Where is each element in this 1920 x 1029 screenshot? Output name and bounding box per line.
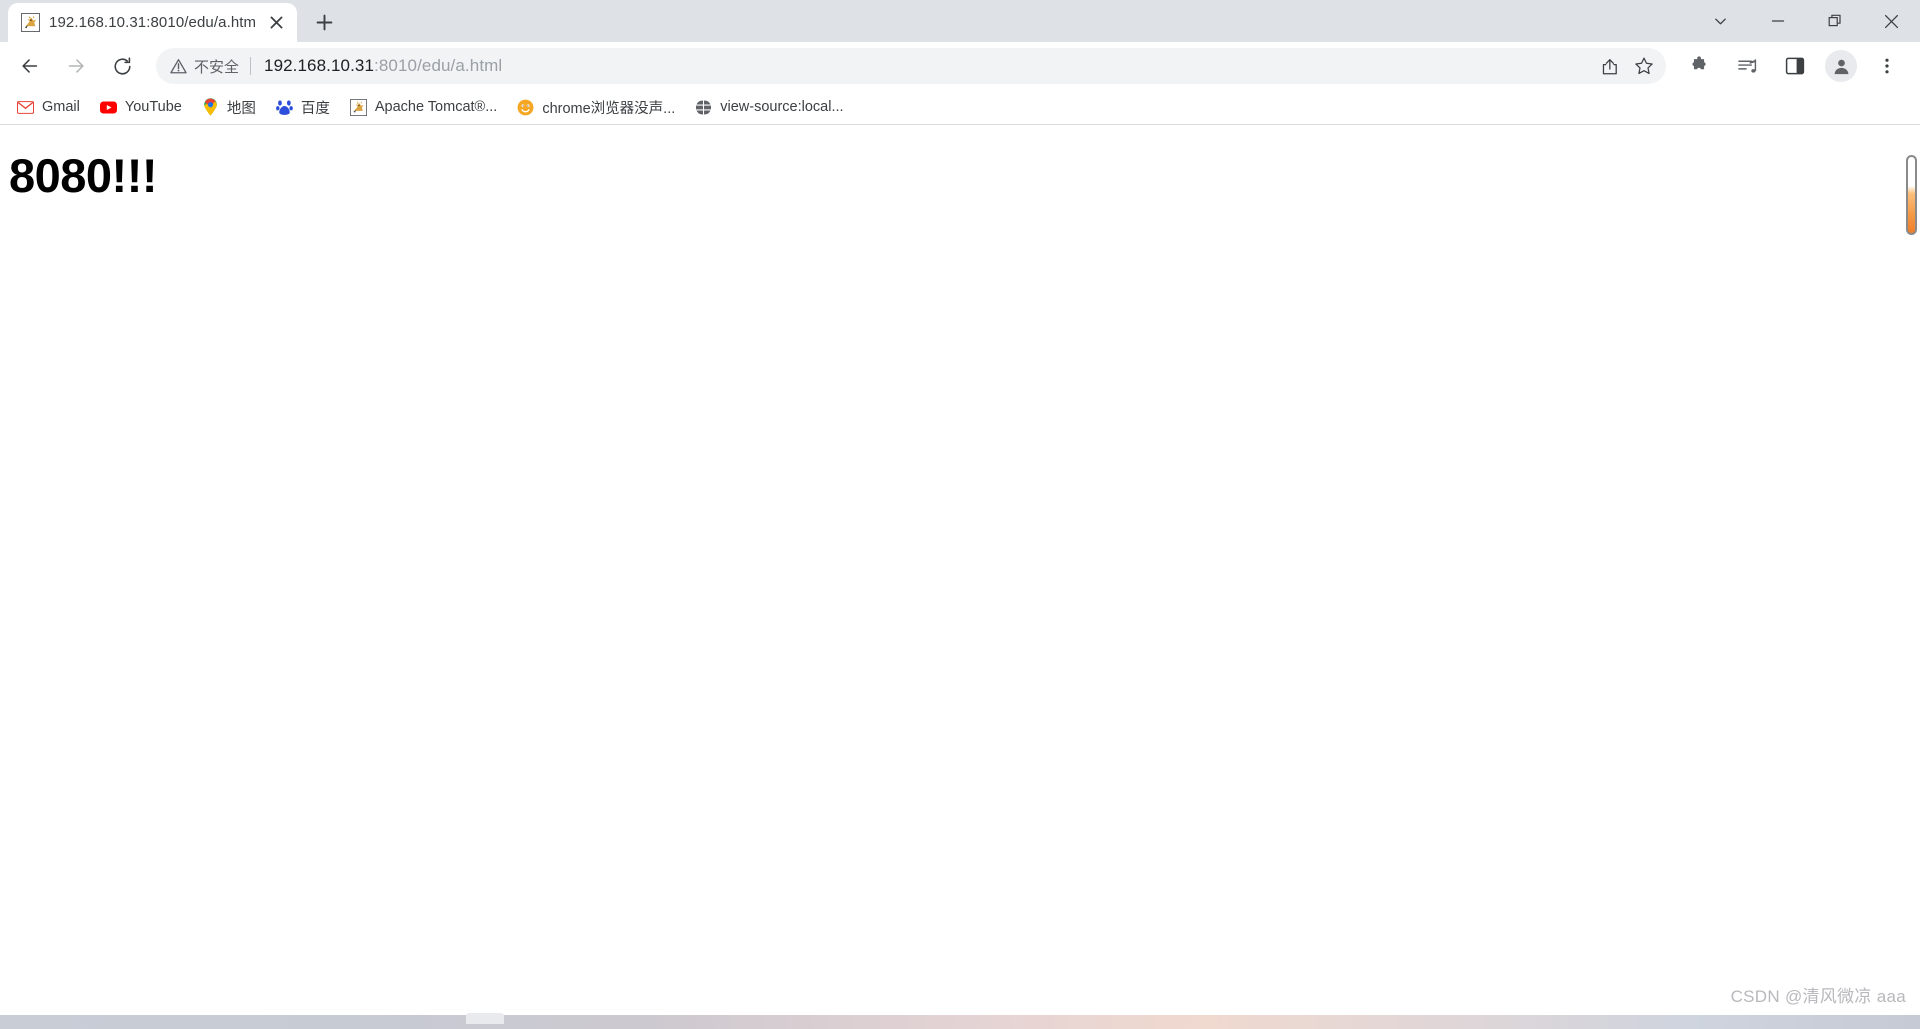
new-tab-button[interactable] bbox=[307, 5, 341, 39]
share-icon bbox=[1602, 58, 1617, 74]
browser-toolbar: 不安全 192.168.10.31:8010/edu/a.html bbox=[0, 42, 1920, 90]
gmail-icon bbox=[17, 99, 34, 116]
close-glyph bbox=[270, 16, 283, 29]
media-controls-button[interactable] bbox=[1728, 47, 1766, 85]
bookmark-label: chrome浏览器没声... bbox=[542, 100, 676, 117]
url-host: 192.168.10.31 bbox=[264, 56, 375, 75]
bookmark-button[interactable] bbox=[1628, 50, 1660, 82]
side-panel-button[interactable] bbox=[1776, 47, 1814, 85]
baidu-icon bbox=[275, 99, 293, 116]
page-heading: 8080!!! bbox=[9, 149, 158, 202]
avatar-icon bbox=[1834, 59, 1848, 74]
plus-icon bbox=[316, 14, 332, 30]
bookmark-view-source[interactable]: view-source:local... bbox=[686, 93, 852, 121]
browser-window: 192.168.10.31:8010/edu/a.htm 不安全 192.168… bbox=[0, 0, 1920, 1029]
url-text[interactable]: 192.168.10.31:8010/edu/a.html bbox=[251, 56, 1594, 76]
url-path: :8010/edu/a.html bbox=[374, 56, 503, 75]
vertical-scrollbar[interactable] bbox=[1903, 125, 1920, 1029]
reload-icon bbox=[114, 56, 131, 75]
desktop-background-strip bbox=[0, 1013, 1920, 1029]
arrow-right-icon bbox=[68, 59, 84, 73]
security-label: 不安全 bbox=[194, 58, 240, 76]
globe-icon bbox=[695, 98, 713, 116]
bookmark-label: Apache Tomcat®... bbox=[374, 99, 498, 115]
tab-strip: 192.168.10.31:8010/edu/a.htm bbox=[0, 0, 1920, 42]
kebab-menu-icon bbox=[1885, 58, 1889, 74]
share-button[interactable] bbox=[1594, 50, 1626, 82]
youtube-icon bbox=[99, 99, 117, 116]
page-viewport: 8080!!! CSDN @清风微凉 aaa bbox=[0, 125, 1920, 1029]
extensions-button[interactable] bbox=[1680, 47, 1718, 85]
puzzle-icon bbox=[1691, 55, 1706, 69]
bookmark-label: 地图 bbox=[226, 100, 256, 117]
arrow-left-icon bbox=[22, 59, 38, 73]
chevron-down-icon bbox=[1715, 18, 1726, 24]
bookmark-youtube[interactable]: YouTube bbox=[91, 93, 191, 121]
bookmark-apache-tomcat[interactable]: Apache Tomcat®... bbox=[341, 93, 506, 121]
back-button[interactable] bbox=[11, 47, 49, 85]
bookmark-baidu[interactable]: 百度 bbox=[267, 93, 339, 121]
bookmark-label: Gmail bbox=[42, 99, 80, 115]
bookmark-label: view-source:local... bbox=[720, 99, 844, 115]
reload-button[interactable] bbox=[103, 47, 141, 85]
warning-triangle-icon bbox=[170, 58, 187, 73]
bookmarks-bar: Gmail YouTube 地图 百度 Apache Tomcat®... ch… bbox=[0, 90, 1920, 124]
profile-button[interactable] bbox=[1825, 50, 1857, 82]
bookmark-label: YouTube bbox=[124, 99, 182, 115]
bookmark-chrome-no-sound[interactable]: chrome浏览器没声... bbox=[508, 93, 684, 121]
google-maps-icon bbox=[202, 98, 219, 116]
side-panel-icon bbox=[1785, 57, 1805, 75]
minimize-button[interactable] bbox=[1749, 0, 1806, 42]
close-window-button[interactable] bbox=[1863, 0, 1920, 42]
close-icon[interactable] bbox=[265, 12, 287, 34]
tab-search-button[interactable] bbox=[1692, 0, 1749, 42]
security-chip[interactable]: 不安全 bbox=[170, 56, 250, 77]
orange-face-icon bbox=[517, 99, 534, 116]
scrollbar-thumb[interactable] bbox=[1906, 155, 1917, 235]
tab-active[interactable]: 192.168.10.31:8010/edu/a.htm bbox=[8, 3, 298, 42]
window-controls bbox=[1692, 0, 1920, 42]
restore-icon bbox=[1828, 14, 1841, 27]
playlist-music-icon bbox=[1737, 58, 1756, 73]
bookmark-label: 百度 bbox=[300, 100, 330, 117]
taskbar-window-nub bbox=[466, 1013, 504, 1024]
bookmark-maps[interactable]: 地图 bbox=[193, 93, 265, 121]
close-icon bbox=[1884, 14, 1899, 28]
tab-title: 192.168.10.31:8010/edu/a.htm bbox=[49, 14, 257, 31]
restore-button[interactable] bbox=[1806, 0, 1863, 42]
star-icon bbox=[1635, 57, 1653, 75]
tomcat-cat-icon bbox=[349, 98, 367, 116]
omnibox-actions bbox=[1594, 50, 1660, 82]
csdn-watermark: CSDN @清风微凉 aaa bbox=[1730, 987, 1906, 1006]
forward-button[interactable] bbox=[57, 47, 95, 85]
bookmark-gmail[interactable]: Gmail bbox=[8, 93, 89, 121]
tomcat-cat-icon bbox=[21, 13, 40, 32]
address-bar[interactable]: 不安全 192.168.10.31:8010/edu/a.html bbox=[156, 48, 1666, 84]
minimize-icon bbox=[1771, 20, 1784, 22]
chrome-menu-button[interactable] bbox=[1868, 47, 1906, 85]
